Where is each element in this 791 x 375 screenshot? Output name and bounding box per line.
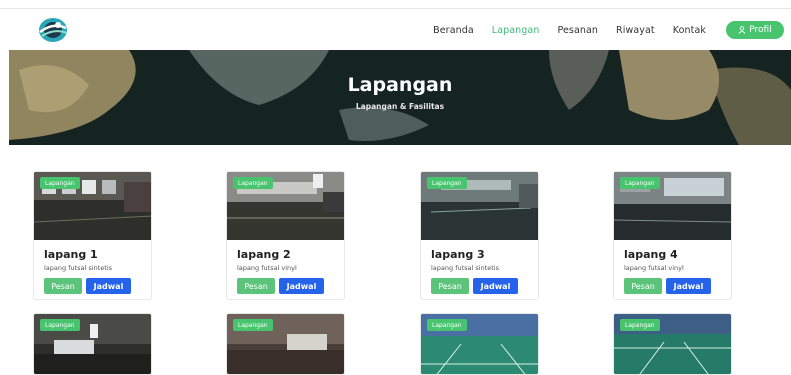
- hero-banner: Lapangan Lapangan & Fasilitas: [9, 50, 791, 145]
- category-badge: Lapangan: [620, 177, 660, 189]
- nav-lapangan[interactable]: Lapangan: [492, 25, 540, 36]
- category-badge: Lapangan: [40, 177, 80, 189]
- field-card: Lapangan lapang 1 lapang futsal sintetis…: [33, 171, 152, 300]
- jadwal-button[interactable]: Jadwal: [279, 278, 324, 294]
- top-border: [0, 0, 791, 9]
- category-badge: Lapangan: [40, 319, 80, 331]
- field-card: Lapangan: [420, 313, 539, 375]
- field-card: Lapangan: [33, 313, 152, 375]
- field-name: lapang 3: [431, 248, 485, 261]
- nav-links: Beranda Lapangan Pesanan Riwayat Kontak: [415, 10, 706, 50]
- field-description: lapang futsal vinyl: [237, 264, 297, 272]
- field-name: lapang 1: [44, 248, 98, 261]
- nav-kontak[interactable]: Kontak: [673, 25, 706, 36]
- logo-icon: [39, 18, 68, 42]
- category-badge: Lapangan: [233, 319, 273, 331]
- pesan-button[interactable]: Pesan: [624, 278, 662, 294]
- page-subtitle: Lapangan & Fasilitas: [355, 102, 445, 111]
- field-description: lapang futsal vinyl: [624, 264, 684, 272]
- category-badge: Lapangan: [620, 319, 660, 331]
- category-badge: Lapangan: [427, 177, 467, 189]
- nav-riwayat[interactable]: Riwayat: [616, 25, 655, 36]
- hero-background-image: [9, 50, 791, 145]
- field-card: Lapangan: [226, 313, 345, 375]
- field-card: Lapangan: [613, 313, 732, 375]
- category-badge: Lapangan: [427, 319, 467, 331]
- profil-label: Profil: [749, 25, 772, 35]
- field-card: Lapangan lapang 4 lapang futsal vinyl Pe…: [613, 171, 732, 300]
- category-badge: Lapangan: [233, 177, 273, 189]
- field-description: lapang futsal sintetis: [44, 264, 113, 272]
- navbar: Beranda Lapangan Pesanan Riwayat Kontak …: [0, 10, 791, 50]
- pesan-button[interactable]: Pesan: [431, 278, 469, 294]
- logo[interactable]: [36, 16, 70, 44]
- pesan-button[interactable]: Pesan: [44, 278, 82, 294]
- field-description: lapang futsal sintetis: [431, 264, 500, 272]
- field-card: Lapangan lapang 3 lapang futsal sintetis…: [420, 171, 539, 300]
- nav-pesanan[interactable]: Pesanan: [557, 25, 598, 36]
- jadwal-button[interactable]: Jadwal: [86, 278, 131, 294]
- profil-button[interactable]: Profil: [726, 21, 784, 39]
- field-name: lapang 4: [624, 248, 678, 261]
- field-card: Lapangan lapang 2 lapang futsal vinyl Pe…: [226, 171, 345, 300]
- pesan-button[interactable]: Pesan: [237, 278, 275, 294]
- nav-beranda[interactable]: Beranda: [433, 25, 474, 36]
- user-icon: [738, 26, 746, 34]
- field-name: lapang 2: [237, 248, 291, 261]
- jadwal-button[interactable]: Jadwal: [666, 278, 711, 294]
- page-title: Lapangan: [347, 74, 453, 96]
- jadwal-button[interactable]: Jadwal: [473, 278, 518, 294]
